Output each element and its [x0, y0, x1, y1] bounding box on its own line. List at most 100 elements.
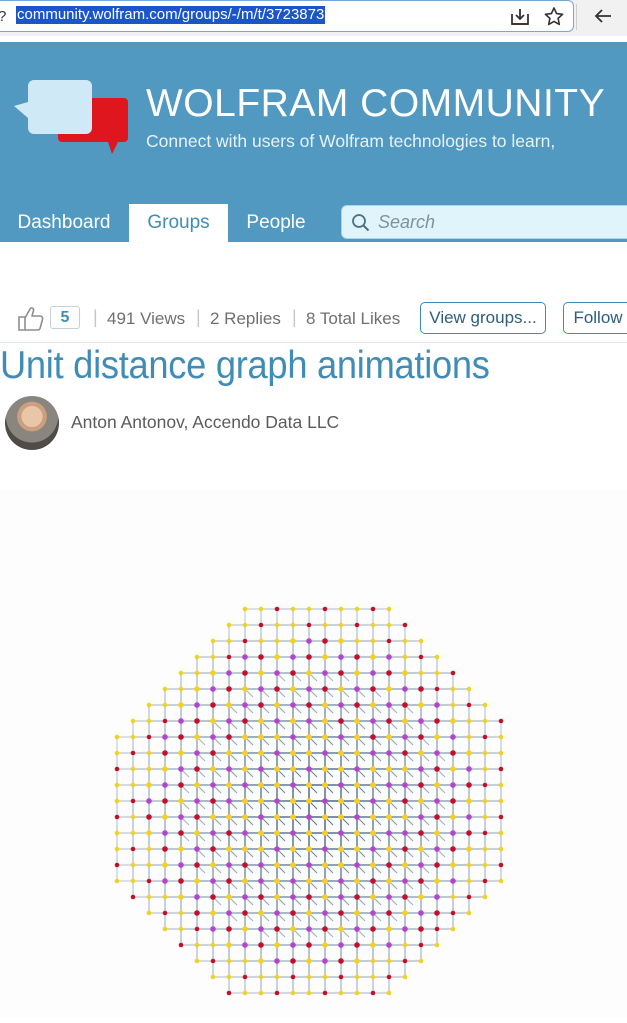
graph-node — [242, 686, 248, 692]
graph-node — [210, 798, 216, 804]
graph-node — [242, 830, 248, 836]
graph-node — [434, 734, 440, 740]
graph-node — [178, 750, 184, 756]
graph-node — [466, 894, 472, 900]
graph-node — [258, 830, 264, 836]
graph-node — [386, 702, 392, 708]
post-title: Unit distance graph animations — [0, 344, 490, 387]
graph-node — [370, 702, 376, 708]
star-icon[interactable] — [542, 5, 566, 29]
graph-node — [274, 974, 280, 980]
graph-node — [130, 814, 136, 820]
graph-node — [498, 814, 504, 820]
graph-node — [178, 702, 184, 708]
graph-node — [258, 942, 264, 948]
graph-node — [498, 846, 504, 852]
graph-node — [354, 974, 360, 980]
graph-node — [226, 958, 232, 964]
graph-node — [386, 734, 392, 740]
graph-node — [418, 910, 424, 916]
graph-node — [354, 766, 360, 772]
graph-node — [450, 670, 456, 676]
graph-node — [450, 830, 456, 836]
graph-node — [146, 814, 152, 820]
graph-node — [178, 942, 184, 948]
graph-node — [290, 686, 296, 692]
graph-node — [450, 926, 456, 932]
graph-node — [130, 750, 136, 756]
graph-node — [434, 878, 440, 884]
graph-node — [402, 926, 408, 932]
graph-node — [290, 670, 296, 676]
graph-node — [354, 814, 360, 820]
graph-node — [242, 766, 248, 772]
graph-node — [322, 734, 328, 740]
graph-node — [354, 894, 360, 900]
search-input[interactable]: Search — [341, 205, 627, 239]
graph-node — [322, 974, 328, 980]
graph-node — [178, 782, 184, 788]
graph-node — [130, 798, 136, 804]
follow-button[interactable]: Follow — [563, 302, 627, 334]
graph-node — [306, 974, 312, 980]
graph-node — [354, 942, 360, 948]
avatar[interactable] — [5, 396, 59, 450]
graph-node — [274, 990, 280, 996]
graph-node — [258, 622, 264, 628]
graph-node — [306, 926, 312, 932]
site-header: WOLFRAM COMMUNITY Connect with users of … — [0, 42, 627, 242]
graph-node — [306, 638, 312, 644]
graph-node — [434, 926, 440, 932]
graph-node — [178, 734, 184, 740]
graph-node — [258, 606, 264, 612]
graph-node — [242, 654, 248, 660]
graph-node — [162, 734, 168, 740]
graph-node — [482, 878, 488, 884]
back-arrow-icon[interactable] — [591, 4, 615, 28]
speech-bubbles-logo[interactable] — [14, 80, 134, 156]
thumbs-up-icon[interactable] — [16, 303, 46, 333]
graph-node — [338, 670, 344, 676]
graph-node — [354, 606, 360, 612]
graph-node — [210, 910, 216, 916]
graph-node — [210, 830, 216, 836]
graph-node — [450, 686, 456, 692]
graph-node — [130, 766, 136, 772]
graph-node — [450, 750, 456, 756]
graph-node — [290, 974, 296, 980]
download-icon[interactable] — [508, 5, 532, 29]
graph-node — [210, 702, 216, 708]
graph-node — [210, 974, 216, 980]
url-text[interactable]: community.wolfram.com/groups/-/m/t/37238… — [16, 6, 326, 24]
graph-node — [482, 798, 488, 804]
graph-node — [306, 654, 312, 660]
graph-node — [434, 702, 440, 708]
graph-node — [466, 686, 472, 692]
graph-node — [274, 670, 280, 676]
graph-node — [258, 974, 264, 980]
graph-node — [114, 862, 120, 868]
graph-node — [322, 670, 328, 676]
graph-node — [466, 750, 472, 756]
graph-node — [274, 638, 280, 644]
nav-people[interactable]: People — [228, 204, 324, 242]
graph-node — [226, 926, 232, 932]
graph-node — [210, 654, 216, 660]
graph-node — [386, 862, 392, 868]
view-groups-button[interactable]: View groups... — [420, 302, 546, 334]
graph-node — [210, 638, 216, 644]
graph-node — [146, 798, 152, 804]
graph-node — [466, 798, 472, 804]
graph-node — [242, 750, 248, 756]
address-bar[interactable]: ? community.wolfram.com/groups/-/m/t/372… — [0, 0, 574, 32]
graph-node — [226, 622, 232, 628]
graph-node — [354, 990, 360, 996]
like-count[interactable]: 5 — [50, 306, 80, 329]
graph-node — [290, 622, 296, 628]
graph-node — [258, 670, 264, 676]
graph-node — [306, 910, 312, 916]
nav-dashboard[interactable]: Dashboard — [0, 204, 128, 242]
graph-node — [418, 686, 424, 692]
author-name[interactable]: Anton Antonov, Accendo Data LLC — [71, 412, 339, 433]
nav-groups[interactable]: Groups — [129, 204, 228, 242]
